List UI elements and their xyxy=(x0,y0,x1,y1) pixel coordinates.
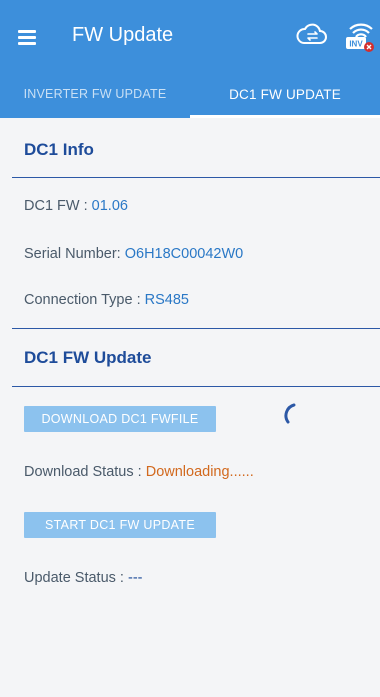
dc1-fw-label: DC1 FW : xyxy=(24,198,88,214)
dc1-fw-update-heading: DC1 FW Update xyxy=(24,348,152,367)
serial-number-value: O6H18C00042W0 xyxy=(124,246,244,262)
connection-type-row: Connection Type : RS485 xyxy=(24,292,189,308)
connection-type-value: RS485 xyxy=(144,292,189,308)
page-title: FW Update xyxy=(72,24,174,46)
tab-inverter-fw-update[interactable]: INVERTER FW UPDATE xyxy=(0,70,190,118)
divider xyxy=(12,386,380,387)
divider xyxy=(12,328,380,329)
connection-type-label: Connection Type : xyxy=(24,292,141,308)
serial-number-label: Serial Number: xyxy=(24,246,121,262)
download-status-value: Downloading...... xyxy=(145,464,254,480)
serial-number-row: Serial Number: O6H18C00042W0 xyxy=(24,246,243,262)
dc1-fw-row: DC1 FW : 01.06 xyxy=(24,198,128,214)
update-status-row: Update Status : --- xyxy=(24,570,142,586)
update-status-value: --- xyxy=(127,570,143,586)
download-status-label: Download Status : xyxy=(24,464,142,480)
dc1-fw-value: 01.06 xyxy=(91,198,128,214)
dc1-info-heading: DC1 Info xyxy=(24,140,94,159)
loading-spinner-icon xyxy=(284,403,296,424)
svg-text:INV: INV xyxy=(349,40,363,49)
divider xyxy=(12,177,380,178)
download-status-row: Download Status : Downloading...... xyxy=(24,464,254,480)
inverter-wifi-status-icon[interactable]: INV xyxy=(340,18,380,54)
start-dc1-fw-update-button[interactable]: START DC1 FW UPDATE xyxy=(24,512,216,538)
menu-icon[interactable] xyxy=(16,26,42,48)
update-status-label: Update Status : xyxy=(24,570,124,586)
cloud-sync-icon[interactable] xyxy=(296,22,328,48)
app-bar: FW Update INV INVERTER FW UPDATE DC1 FW … xyxy=(0,0,380,118)
tab-dc1-fw-update[interactable]: DC1 FW UPDATE xyxy=(190,70,380,118)
download-dc1-fwfile-button[interactable]: DOWNLOAD DC1 FWFILE xyxy=(24,406,216,432)
tab-bar: INVERTER FW UPDATE DC1 FW UPDATE xyxy=(0,70,380,118)
